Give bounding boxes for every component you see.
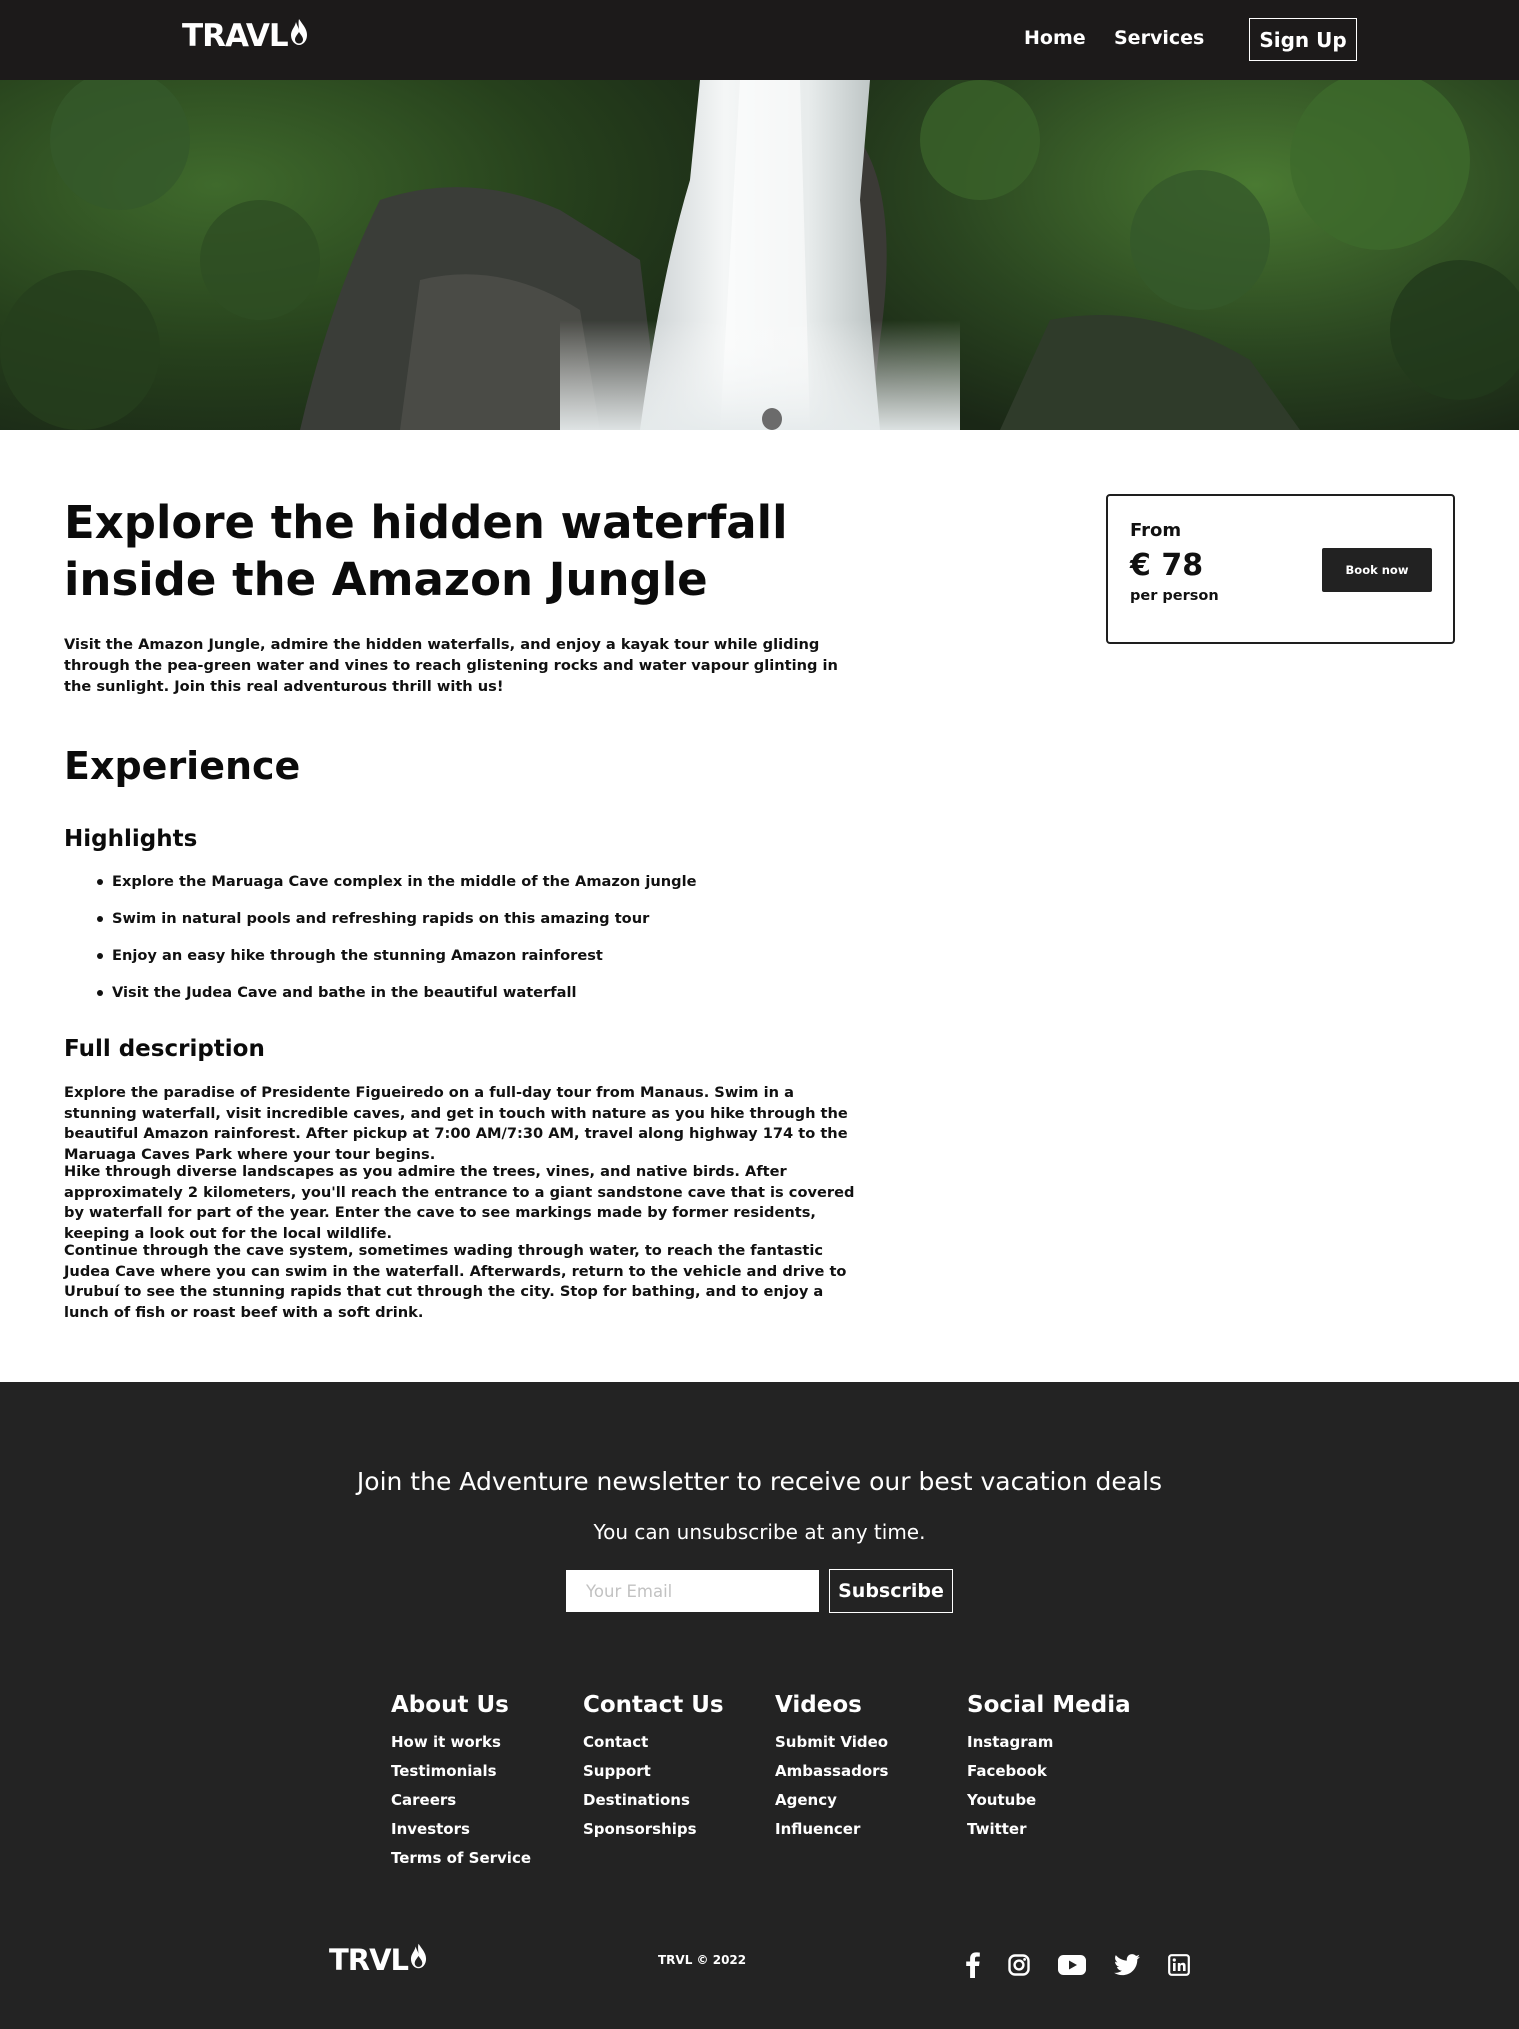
- logo-text: TRAVL: [182, 18, 289, 54]
- footer-logo[interactable]: TRVL: [329, 1942, 427, 1977]
- description-paragraph: Continue through the cave system, someti…: [64, 1242, 847, 1321]
- subscribe-button[interactable]: Subscribe: [829, 1569, 953, 1613]
- footer-column-heading: About Us: [391, 1692, 509, 1718]
- site-logo[interactable]: TRAVL: [182, 18, 308, 54]
- price-card: From € 78 per person Book now: [1106, 494, 1455, 644]
- footer-link-youtube[interactable]: Youtube: [967, 1790, 1157, 1819]
- copyright: TRVL © 2022: [658, 1953, 747, 1967]
- newsletter-title: Join the Adventure newsletter to receive…: [356, 1467, 1163, 1496]
- hero-image: [0, 80, 1519, 430]
- social-icons: [966, 1952, 1190, 1978]
- book-now-button[interactable]: Book now: [1322, 548, 1432, 592]
- footer-link-facebook[interactable]: Facebook: [967, 1761, 1157, 1790]
- highlight-item: Visit the Judea Cave and bathe in the be…: [96, 983, 856, 1020]
- footer: Join the Adventure newsletter to receive…: [0, 1382, 1519, 2029]
- footer-link-support[interactable]: Support: [583, 1761, 773, 1790]
- linkedin-icon[interactable]: [1168, 1954, 1190, 1976]
- footer-link-how-it-works[interactable]: How it works: [391, 1732, 581, 1761]
- price-from-label: From: [1130, 520, 1182, 541]
- nav-services-link[interactable]: Services: [1114, 27, 1204, 49]
- footer-link-agency[interactable]: Agency: [775, 1790, 965, 1819]
- experience-heading: Experience: [64, 744, 301, 788]
- footer-link-destinations[interactable]: Destinations: [583, 1790, 773, 1819]
- footer-link-ambassadors[interactable]: Ambassadors: [775, 1761, 965, 1790]
- description-paragraph: Explore the paradise of Presidente Figue…: [64, 1084, 848, 1163]
- price-amount: € 78: [1130, 548, 1204, 583]
- full-description-heading: Full description: [64, 1036, 265, 1062]
- footer-link-contact[interactable]: Contact: [583, 1732, 773, 1761]
- footer-link-testimonials[interactable]: Testimonials: [391, 1761, 581, 1790]
- footer-link-instagram[interactable]: Instagram: [967, 1732, 1157, 1761]
- highlight-item: Swim in natural pools and refreshing rap…: [96, 909, 856, 946]
- footer-column-contact: Contact Us Contact Support Destinations …: [583, 1692, 773, 1848]
- instagram-icon[interactable]: [1008, 1954, 1030, 1976]
- highlights-heading: Highlights: [64, 826, 198, 852]
- tour-intro: Visit the Amazon Jungle, admire the hidd…: [64, 636, 838, 695]
- description-paragraph: Hike through diverse landscapes as you a…: [64, 1163, 855, 1242]
- footer-column-social: Social Media Instagram Facebook Youtube …: [967, 1692, 1157, 1848]
- flame-icon: [290, 18, 308, 54]
- footer-link-submit-video[interactable]: Submit Video: [775, 1732, 965, 1761]
- footer-logo-text: TRVL: [329, 1942, 409, 1977]
- newsletter-email-input[interactable]: [566, 1570, 819, 1612]
- tour-title: Explore the hidden waterfall inside the …: [64, 496, 788, 606]
- footer-column-about: About Us How it works Testimonials Caree…: [391, 1692, 581, 1877]
- footer-column-heading: Videos: [775, 1692, 862, 1718]
- highlight-item: Enjoy an easy hike through the stunning …: [96, 946, 856, 983]
- footer-link-terms[interactable]: Terms of Service: [391, 1848, 581, 1877]
- footer-link-investors[interactable]: Investors: [391, 1819, 581, 1848]
- footer-link-influencer[interactable]: Influencer: [775, 1819, 965, 1848]
- footer-link-sponsorships[interactable]: Sponsorships: [583, 1819, 773, 1848]
- newsletter-subtitle: You can unsubscribe at any time.: [593, 1520, 926, 1544]
- highlights-list: Explore the Maruaga Cave complex in the …: [96, 872, 856, 1020]
- signup-button[interactable]: Sign Up: [1249, 18, 1357, 61]
- youtube-icon[interactable]: [1058, 1955, 1086, 1975]
- footer-column-heading: Social Media: [967, 1692, 1131, 1718]
- price-per-person-label: per person: [1130, 588, 1219, 604]
- highlight-item: Explore the Maruaga Cave complex in the …: [96, 872, 856, 909]
- flame-icon: [410, 1942, 427, 1977]
- footer-link-careers[interactable]: Careers: [391, 1790, 581, 1819]
- footer-link-twitter[interactable]: Twitter: [967, 1819, 1157, 1848]
- nav-home-link[interactable]: Home: [1024, 27, 1086, 49]
- twitter-icon[interactable]: [1114, 1954, 1140, 1976]
- footer-column-heading: Contact Us: [583, 1692, 724, 1718]
- navbar: TRAVL Home Services Sign Up: [0, 0, 1519, 80]
- footer-column-videos: Videos Submit Video Ambassadors Agency I…: [775, 1692, 965, 1848]
- facebook-icon[interactable]: [966, 1952, 980, 1978]
